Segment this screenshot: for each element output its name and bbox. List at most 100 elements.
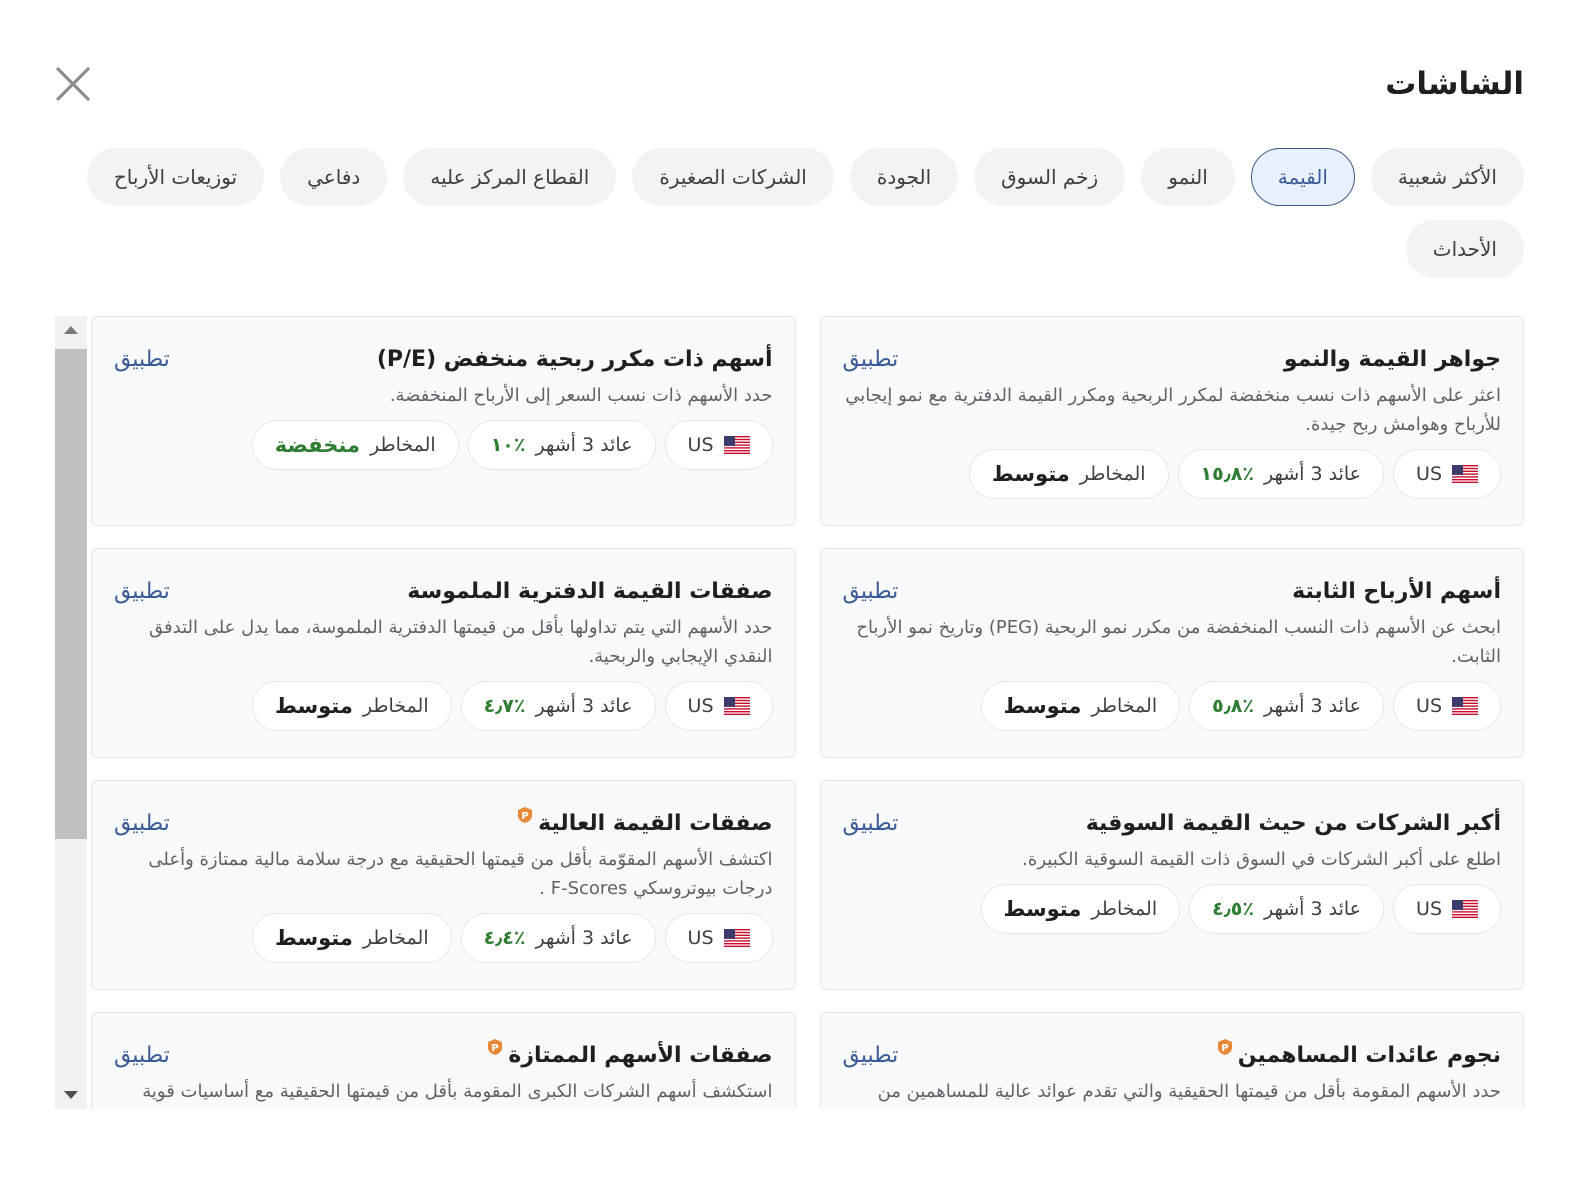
filter-chip-8[interactable]: توزيعات الأرباح [86, 148, 265, 206]
screener-card-6: نجوم عائدات المساهمين P تطبيق حدد الأسهم… [819, 1012, 1524, 1109]
apply-link[interactable]: تطبيق [114, 1043, 170, 1068]
risk-value: منخفضة [274, 433, 360, 457]
return-value: ٪٤٫٧ [483, 695, 526, 717]
card-header: أكبر الشركات من حيث القيمة السوقية تطبيق [843, 805, 1502, 841]
card-title: نجوم عائدات المساهمين P [1216, 1039, 1501, 1068]
filter-chip-9[interactable]: الأحداث [1405, 220, 1524, 278]
return-pill: عائد 3 أشهر ٪٤٫٥ [1189, 884, 1385, 934]
country-code: US [687, 695, 714, 717]
return-value: ٪٥٫٨ [1212, 695, 1255, 717]
card-pills: US عائد 3 أشهر ٪١٥٫٨ المخاطر متوسط [843, 449, 1501, 499]
return-pill: عائد 3 أشهر ٪٥٫٨ [1189, 681, 1385, 731]
pro-badge-icon: P [488, 1039, 503, 1055]
filter-chip-1[interactable]: القيمة [1250, 148, 1355, 206]
screener-card-1: أسهم ذات مكرر ربحية منخفض (P/E) تطبيق حد… [91, 316, 796, 526]
country-pill: US [664, 681, 773, 731]
screener-card-4: أكبر الشركات من حيث القيمة السوقية تطبيق… [819, 780, 1524, 990]
filter-chip-5[interactable]: الشركات الصغيرة [632, 148, 834, 206]
apply-link[interactable]: تطبيق [843, 579, 899, 604]
card-header: صفقات القيمة العالية P تطبيق [114, 805, 773, 841]
screeners-dialog: الشاشات الأكثر شعبية القيمة النمو زخم السوق… [0, 0, 1594, 1186]
triangle-up-icon [64, 326, 78, 334]
scrollbar[interactable] [55, 316, 87, 1109]
us-flag-icon [723, 436, 750, 454]
page-title: الشاشات [1385, 66, 1524, 102]
us-flag-icon [1452, 697, 1478, 715]
screener-card-0: جواهر القيمة والنمو تطبيق اعثر على الأسه… [819, 316, 1524, 526]
country-code: US [1416, 695, 1442, 717]
card-description: اعثر على الأسهم ذات نسب منخفضة لمكرر الر… [845, 385, 1501, 435]
card-title-text: صفقات القيمة الدفترية الملموسة [407, 578, 773, 604]
us-flag-icon [723, 929, 750, 947]
return-pill: عائد 3 أشهر ٪١٥٫٨ [1177, 449, 1385, 499]
card-pills: US عائد 3 أشهر ٪٥٫٨ المخاطر متوسط [843, 681, 1501, 731]
return-label: عائد 3 أشهر [1264, 463, 1362, 485]
filter-chip-0[interactable]: الأكثر شعبية [1370, 148, 1524, 206]
risk-label: المخاطر [362, 695, 429, 717]
filter-chip-3[interactable]: زخم السوق [974, 148, 1126, 206]
risk-label: المخاطر [362, 927, 429, 949]
card-title-text: صفقات القيمة العالية [538, 810, 773, 836]
apply-link[interactable]: تطبيق [843, 1043, 899, 1068]
return-pill: عائد 3 أشهر ٪٤٫٤ [460, 913, 656, 963]
return-pill: عائد 3 أشهر ٪٤٫٧ [460, 681, 656, 731]
return-value: ٪٤٫٥ [1212, 898, 1255, 920]
return-label: عائد 3 أشهر [535, 695, 633, 717]
filter-chip-7[interactable]: دفاعي [280, 148, 388, 206]
triangle-down-icon [64, 1091, 78, 1099]
risk-label: المخاطر [1091, 898, 1158, 920]
country-pill: US [1393, 884, 1501, 934]
apply-link[interactable]: تطبيق [114, 347, 170, 372]
pro-badge-icon: P [1217, 1039, 1232, 1055]
screener-card-5: صفقات القيمة العالية P تطبيق اكتشف الأسه… [91, 780, 796, 990]
apply-link[interactable]: تطبيق [843, 347, 899, 372]
risk-value: متوسط [1003, 897, 1082, 921]
return-pill: عائد 3 أشهر ٪١٠ [467, 420, 656, 470]
card-title: أسهم الأرباح الثابتة [1292, 579, 1501, 604]
card-pills: US عائد 3 أشهر ٪٤٫٤ المخاطر متوسط [114, 913, 773, 963]
country-pill: US [664, 913, 773, 963]
card-header: أسهم الأرباح الثابتة تطبيق [843, 573, 1502, 609]
return-value: ٪١٥٫٨ [1200, 463, 1255, 485]
svg-text:P: P [1221, 1043, 1228, 1054]
apply-link[interactable]: تطبيق [114, 811, 170, 836]
screener-grid: جواهر القيمة والنمو تطبيق اعثر على الأسه… [91, 316, 1524, 1109]
country-pill: US [1393, 681, 1501, 731]
risk-value: متوسط [1003, 694, 1082, 718]
scroll-down-button[interactable] [55, 1081, 87, 1109]
svg-text:P: P [521, 811, 528, 822]
filter-chip-2[interactable]: النمو [1141, 148, 1235, 206]
card-title-text: صفقات الأسهم الممتازة [508, 1042, 773, 1068]
card-description: حدد الأسهم المقومة بأقل من قيمتها الحقيق… [877, 1081, 1501, 1102]
filter-chip-6[interactable]: القطاع المركز عليه [403, 148, 617, 206]
card-pills: US عائد 3 أشهر ٪٤٫٧ المخاطر متوسط [114, 681, 773, 731]
card-description: حدد الأسهم التي يتم تداولها بأقل من قيمت… [149, 617, 773, 667]
scrollbar-thumb[interactable] [55, 349, 87, 839]
card-title-text: أسهم ذات مكرر ربحية منخفض (P/E) [376, 346, 773, 372]
card-description: ابحث عن الأسهم ذات النسب المنخفضة من مكر… [856, 617, 1501, 667]
card-header: نجوم عائدات المساهمين P تطبيق [843, 1037, 1501, 1073]
card-description: اكتشف الأسهم المقوّمة بأقل من قيمتها الح… [148, 849, 773, 899]
risk-pill: المخاطر متوسط [980, 681, 1181, 731]
risk-value: متوسط [275, 694, 353, 718]
us-flag-icon [1452, 465, 1478, 483]
close-button[interactable] [55, 66, 91, 102]
card-header: صفقات الأسهم الممتازة P تطبيق [114, 1037, 773, 1073]
us-flag-icon [1452, 900, 1478, 918]
scroll-up-button[interactable] [55, 316, 87, 344]
screener-list[interactable]: جواهر القيمة والنمو تطبيق اعثر على الأسه… [55, 316, 1524, 1109]
dialog-header: الشاشات [55, 62, 1524, 112]
risk-value: متوسط [275, 926, 353, 950]
screener-card-3: صفقات القيمة الدفترية الملموسة تطبيق حدد… [91, 548, 796, 758]
filter-chip-4[interactable]: الجودة [849, 148, 959, 206]
card-title-text: جواهر القيمة والنمو [1283, 346, 1501, 372]
apply-link[interactable]: تطبيق [114, 579, 170, 604]
apply-link[interactable]: تطبيق [843, 811, 899, 836]
screener-card-7: صفقات الأسهم الممتازة P تطبيق استكشف أسه… [91, 1012, 796, 1109]
card-title-text: أسهم الأرباح الثابتة [1292, 578, 1501, 604]
pro-badge-icon: P [518, 807, 533, 823]
card-description: حدد الأسهم ذات نسب السعر إلى الأرباح الم… [389, 385, 773, 406]
return-value: ٪٤٫٤ [483, 927, 526, 949]
card-description: استكشف أسهم الشركات الكبرى المقومة بأقل … [142, 1081, 773, 1102]
card-title: صفقات القيمة الدفترية الملموسة [407, 579, 772, 604]
